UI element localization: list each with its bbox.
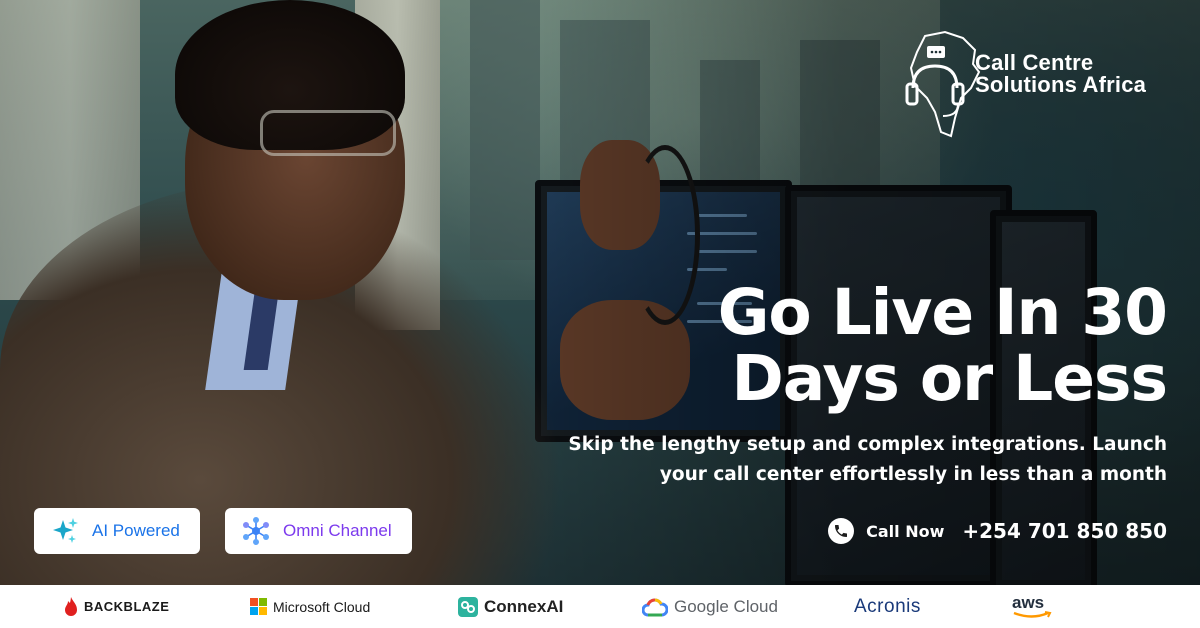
- ai-powered-label: AI Powered: [92, 521, 180, 540]
- headline-line1: Go Live In 30: [717, 276, 1168, 349]
- africa-headset-icon: [905, 30, 981, 138]
- partner-backblaze: BACKBLAZE: [64, 585, 169, 628]
- google-cloud-icon: [642, 598, 668, 616]
- partner-aws-name: aws: [1012, 593, 1045, 612]
- phone-number: +254 701 850 850: [962, 519, 1167, 543]
- partner-backblaze-name: BACKBLAZE: [84, 599, 170, 614]
- partner-acronis: Acronis: [854, 585, 921, 628]
- subheadline-line1: Skip the lengthy setup and complex integ…: [568, 434, 1167, 455]
- flame-icon: [65, 596, 77, 616]
- partner-connexai-name: ConnexAI: [484, 596, 564, 616]
- partner-acronis-name: Acronis: [854, 595, 921, 617]
- brand-name-line2: Solutions Africa: [975, 72, 1147, 97]
- partner-google-cloud: Google Cloud: [642, 585, 778, 628]
- sparkle-icon: [53, 518, 78, 543]
- partner-microsoft-cloud: Microsoft Cloud: [250, 585, 370, 628]
- network-icon: [243, 517, 269, 545]
- brand-name: Call Centre Solutions Africa: [975, 52, 1146, 96]
- partner-logos-bar: BACKBLAZE Microsoft Cloud ConnexAI Googl…: [0, 585, 1200, 628]
- partner-connexai: ConnexAI: [458, 585, 563, 628]
- connex-icon: [458, 596, 478, 617]
- omni-channel-label: Omni Channel: [283, 521, 392, 540]
- headline: Go Live In 30 Days or Less: [717, 276, 1168, 415]
- call-now-link[interactable]: Call Now +254 701 850 850: [828, 516, 1167, 546]
- partner-google-cloud-name: Google Cloud: [674, 596, 778, 616]
- subheadline: Skip the lengthy setup and complex integ…: [568, 430, 1167, 490]
- brand-logo: Call Centre Solutions Africa: [905, 28, 1180, 143]
- brand-name-line1: Call Centre: [975, 50, 1094, 75]
- omni-channel-badge: Omni Channel: [225, 508, 412, 554]
- amazon-smile-icon: [1013, 611, 1052, 618]
- ai-powered-badge: AI Powered: [34, 508, 200, 554]
- windows-grid-icon: [250, 598, 267, 615]
- partner-microsoft-cloud-name: Microsoft Cloud: [273, 598, 371, 615]
- headline-line2: Days or Less: [731, 342, 1168, 415]
- call-now-label: Call Now: [866, 521, 945, 541]
- subheadline-line2: your call center effortlessly in less th…: [659, 464, 1167, 485]
- phone-icon: [828, 518, 855, 544]
- ad-banner: Call Centre Solutions Africa Go Live In …: [0, 0, 1200, 628]
- partner-aws: aws: [1012, 585, 1054, 628]
